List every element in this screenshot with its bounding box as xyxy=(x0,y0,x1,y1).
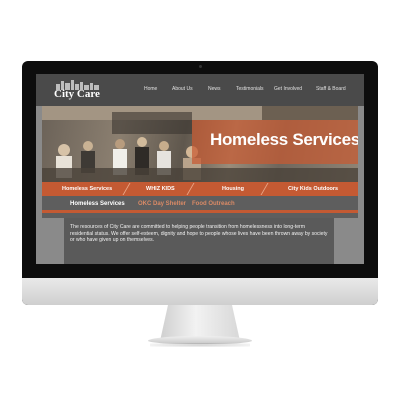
stand-shadow xyxy=(150,343,250,347)
tab-housing[interactable]: Housing xyxy=(222,182,244,196)
subnav-food-outreach[interactable]: Food Outreach xyxy=(192,201,235,207)
monitor-chin xyxy=(22,278,378,305)
site-logo[interactable]: City Care xyxy=(54,80,108,102)
tab-divider xyxy=(122,183,131,195)
subnav-underline xyxy=(42,210,358,213)
tab-divider xyxy=(260,183,269,195)
camera-dot xyxy=(199,65,202,68)
hero-title: Homeless Services xyxy=(210,130,358,149)
hero-banner: Homeless Services xyxy=(42,106,358,182)
tab-divider xyxy=(186,183,195,195)
nav-testimonials[interactable]: Testimonials xyxy=(236,86,264,92)
subnav-okc-day-shelter[interactable]: OKC Day Shelter xyxy=(138,201,186,207)
content-paragraph: The resources of City Care are committed… xyxy=(70,224,328,244)
tab-whiz-kids[interactable]: WHIZ KIDS xyxy=(146,182,175,196)
subnav-bar: Homeless Services OKC Day Shelter Food O… xyxy=(42,196,358,218)
nav-news[interactable]: News xyxy=(208,86,221,92)
content-area: The resources of City Care are committed… xyxy=(42,218,358,264)
main-nav: Home About Us News Testimonials Get Invo… xyxy=(144,86,356,96)
nav-about-us[interactable]: About Us xyxy=(172,86,193,92)
nav-staff-board[interactable]: Staff & Board xyxy=(316,86,346,92)
nav-get-involved[interactable]: Get Involved xyxy=(274,86,302,92)
tab-homeless-services[interactable]: Homeless Services xyxy=(62,182,112,196)
program-tabs: Homeless Services WHIZ KIDS Housing City… xyxy=(42,182,358,196)
nav-home[interactable]: Home xyxy=(144,86,157,92)
site-header: City Care Home About Us News Testimonial… xyxy=(36,74,364,106)
website-screen: City Care Home About Us News Testimonial… xyxy=(36,74,364,264)
subnav-homeless-services[interactable]: Homeless Services xyxy=(70,201,125,207)
logo-text: City Care xyxy=(54,88,100,100)
tab-city-kids-outdoors[interactable]: City Kids Outdoors xyxy=(288,182,338,196)
